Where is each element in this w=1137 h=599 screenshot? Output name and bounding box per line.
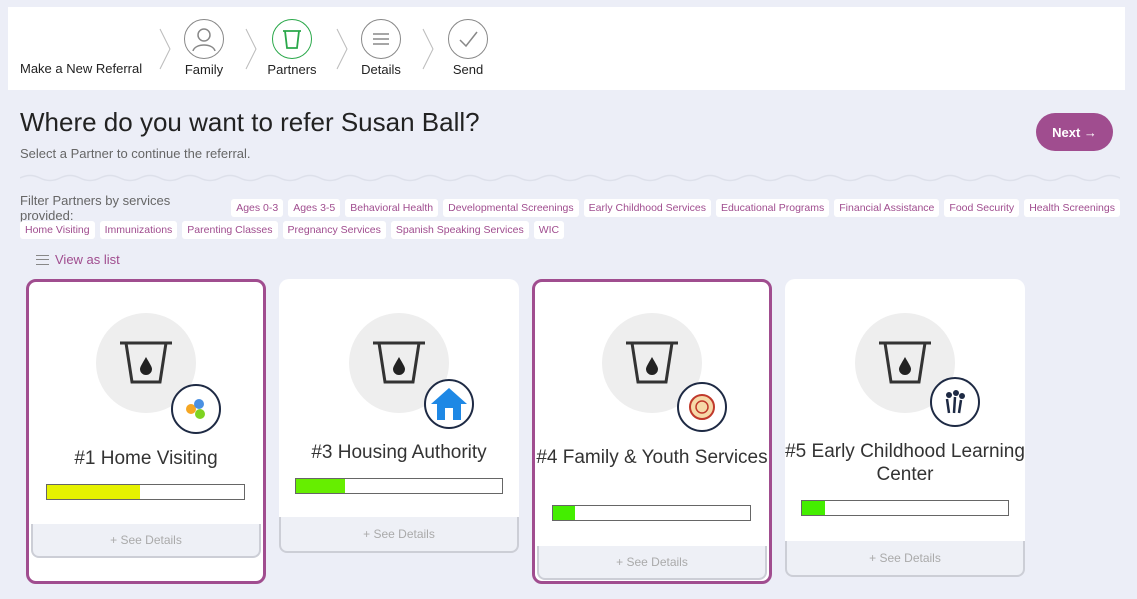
- filter-tag-pregnancy-services[interactable]: Pregnancy Services: [282, 221, 386, 239]
- partner-card-family-youth-services[interactable]: #4 Family & Youth Services + See Details: [532, 279, 772, 584]
- see-details-button[interactable]: + See Details: [537, 546, 767, 580]
- filter-tag-food-security[interactable]: Food Security: [944, 199, 1020, 217]
- seal-logo-icon: [677, 382, 727, 432]
- filter-tag-ages-0-3[interactable]: Ages 0-3: [231, 199, 284, 217]
- step-label: Details: [361, 62, 401, 77]
- filter-tag-educational-programs[interactable]: Educational Programs: [715, 199, 830, 217]
- wizard-title: Make a New Referral: [20, 61, 143, 76]
- progress-fill: [553, 506, 575, 520]
- step-label: Family: [184, 62, 224, 77]
- service-filters: Filter Partners by services provided: Ag…: [20, 193, 1120, 241]
- partner-name: #3 Housing Authority: [311, 442, 487, 463]
- filter-label: Filter Partners by services provided:: [20, 193, 171, 223]
- filter-tag-wic[interactable]: WIC: [533, 221, 565, 239]
- filter-tag-early-childhood-services[interactable]: Early Childhood Services: [583, 199, 711, 217]
- bucket-icon: [272, 19, 312, 59]
- partner-name: #1 Home Visiting: [74, 448, 218, 469]
- chevron-right-icon: [245, 28, 257, 70]
- partner-card-home-visiting[interactable]: #1 Home Visiting + See Details: [26, 279, 266, 584]
- next-button[interactable]: Next →: [1036, 113, 1113, 151]
- partner-card-early-childhood-learning-center[interactable]: #5 Early Childhood Learning Center + See…: [785, 279, 1025, 577]
- filter-tag-spanish-speaking-services[interactable]: Spanish Speaking Services: [390, 221, 529, 239]
- view-as-list-label: View as list: [55, 252, 120, 267]
- filter-tag-developmental-screenings[interactable]: Developmental Screenings: [443, 199, 579, 217]
- circles-logo-icon: [171, 384, 221, 434]
- filter-tag-ages-3-5[interactable]: Ages 3-5: [288, 199, 341, 217]
- step-family[interactable]: Family: [169, 19, 239, 77]
- list-icon: [361, 19, 401, 59]
- filter-tag-behavioral-health[interactable]: Behavioral Health: [345, 199, 439, 217]
- step-send[interactable]: Send: [433, 19, 503, 77]
- see-details-button[interactable]: + See Details: [31, 524, 261, 558]
- step-label: Partners: [267, 62, 317, 77]
- match-progress-bar: [801, 500, 1009, 516]
- house-icon: [424, 379, 474, 429]
- match-progress-bar: [46, 484, 245, 500]
- progress-fill: [296, 479, 346, 493]
- match-progress-bar: [295, 478, 503, 494]
- partner-card-housing-authority[interactable]: #3 Housing Authority + See Details: [279, 279, 519, 553]
- see-details-button[interactable]: + See Details: [785, 541, 1025, 577]
- list-lines-icon: [36, 254, 49, 265]
- match-progress-bar: [552, 505, 751, 521]
- partner-name: #4 Family & Youth Services: [536, 447, 768, 468]
- view-as-list-toggle[interactable]: View as list: [36, 252, 120, 267]
- filter-tag-financial-assistance[interactable]: Financial Assistance: [834, 199, 940, 217]
- page-title: Where do you want to refer Susan Ball?: [20, 107, 480, 137]
- filter-tag-health-screenings[interactable]: Health Screenings: [1024, 199, 1120, 217]
- person-icon: [184, 19, 224, 59]
- filter-tag-immunizations[interactable]: Immunizations: [99, 221, 178, 239]
- step-partners[interactable]: Partners: [257, 19, 327, 77]
- filter-tag-parenting-classes[interactable]: Parenting Classes: [182, 221, 278, 239]
- progress-fill: [47, 485, 140, 499]
- partner-name: #5 Early Childhood Learning Center: [785, 441, 1025, 485]
- page-subtitle: Select a Partner to continue the referra…: [20, 146, 251, 161]
- progress-fill: [802, 501, 825, 515]
- check-icon: [448, 19, 488, 59]
- step-label: Send: [452, 62, 484, 77]
- see-details-button[interactable]: + See Details: [279, 517, 519, 553]
- referral-wizard-bar: Make a New Referral Family Partners Deta…: [8, 7, 1125, 90]
- step-details[interactable]: Details: [346, 19, 416, 77]
- filter-tag-home-visiting[interactable]: Home Visiting: [20, 221, 95, 239]
- people-logo-icon: [930, 377, 980, 427]
- wavy-divider: [20, 174, 1120, 182]
